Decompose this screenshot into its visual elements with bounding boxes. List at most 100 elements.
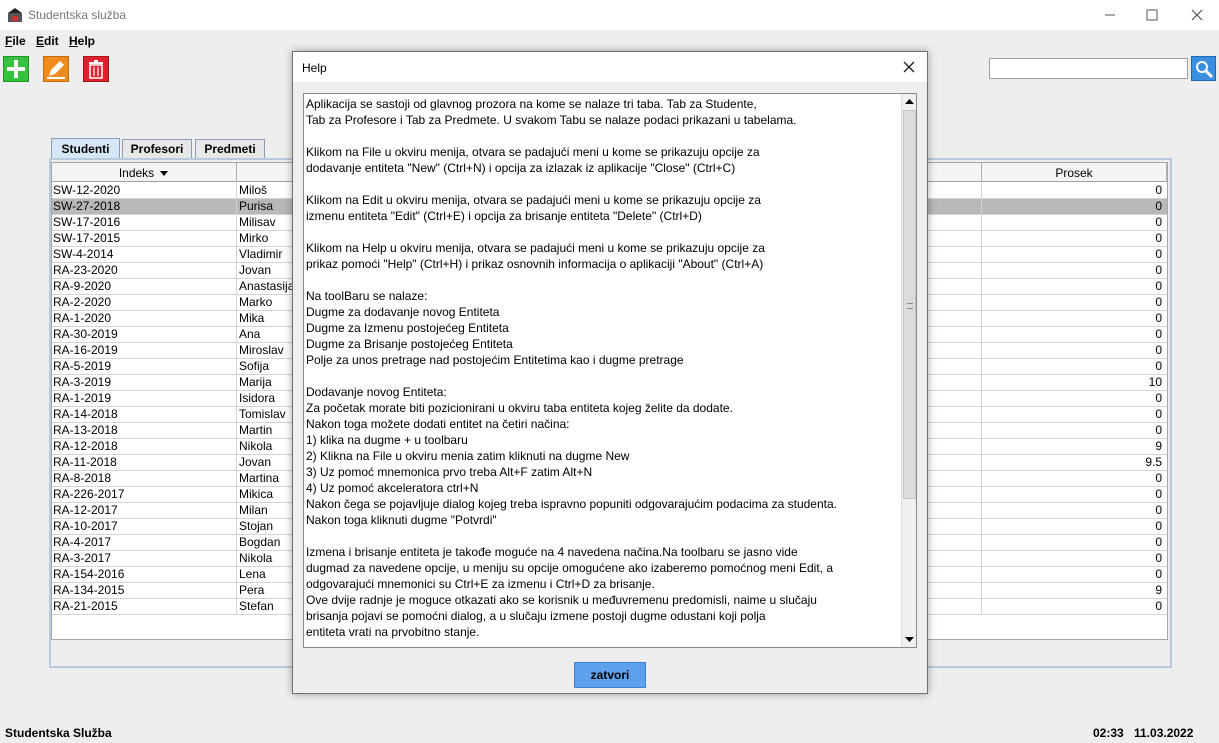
cell-prosek: 0 (981, 391, 1165, 406)
cell-prosek: 0 (981, 231, 1165, 246)
cell-indeks: RA-11-2018 (53, 455, 237, 470)
cell-prosek: 0 (981, 295, 1165, 310)
scroll-down-button[interactable] (902, 632, 916, 647)
search-input[interactable] (989, 58, 1188, 79)
cell-prosek: 0 (981, 503, 1165, 518)
dialog-titlebar: Help (293, 52, 927, 82)
cell-indeks: RA-12-2018 (53, 439, 237, 454)
dialog-close-button[interactable] (896, 57, 922, 77)
close-window-button[interactable] (1174, 0, 1219, 30)
cell-indeks: RA-4-2017 (53, 535, 237, 550)
menu-file[interactable]: File (5, 34, 26, 48)
menu-help[interactable]: Help (69, 34, 95, 48)
cell-indeks: RA-2-2020 (53, 295, 237, 310)
cell-indeks: SW-4-2014 (53, 247, 237, 262)
trash-icon (89, 60, 103, 79)
dialog-body: Aplikacija se sastoji od glavnog prozora… (293, 82, 927, 693)
menu-edit-label: dit (44, 34, 59, 48)
cell-prosek: 0 (981, 471, 1165, 486)
cell-indeks: RA-226-2017 (53, 487, 237, 502)
cell-prosek: 0 (981, 183, 1165, 198)
menu-bar: File Edit Help (0, 30, 1219, 52)
cell-prosek: 0 (981, 487, 1165, 502)
cell-prosek: 10 (981, 375, 1165, 390)
cell-prosek: 0 (981, 279, 1165, 294)
cell-prosek: 0 (981, 247, 1165, 262)
cell-indeks: RA-10-2017 (53, 519, 237, 534)
cell-prosek: 0 (981, 407, 1165, 422)
cell-indeks: RA-13-2018 (53, 423, 237, 438)
dialog-title: Help (302, 61, 327, 75)
magnifier-icon (1195, 60, 1213, 78)
close-icon (903, 61, 915, 73)
cell-indeks: RA-154-2016 (53, 567, 237, 582)
maximize-icon (1146, 9, 1158, 21)
pencil-icon (47, 61, 65, 79)
cell-prosek: 0 (981, 263, 1165, 278)
column-header-indeks-label: Indeks (118, 165, 155, 180)
help-dialog: Help Aplikacija se sastoji od glavnog pr… (292, 51, 928, 694)
cell-prosek: 0 (981, 327, 1165, 342)
cell-prosek: 0 (981, 215, 1165, 230)
cell-indeks: RA-5-2019 (53, 359, 237, 374)
cell-indeks: RA-12-2017 (53, 503, 237, 518)
cell-prosek: 0 (981, 551, 1165, 566)
cell-indeks: SW-12-2020 (53, 183, 237, 198)
vertical-scrollbar[interactable] (901, 94, 916, 647)
menu-edit[interactable]: Edit (36, 34, 59, 48)
window-title: Studentska služba (28, 8, 127, 22)
status-date: 11.03.2022 (1134, 726, 1194, 740)
cell-prosek: 0 (981, 423, 1165, 438)
cell-prosek: 0 (981, 519, 1165, 534)
window-titlebar: Studentska služba (0, 0, 1219, 30)
cell-indeks: RA-9-2020 (53, 279, 237, 294)
column-header-prosek-label: Prosek (1055, 165, 1093, 180)
delete-button[interactable] (83, 56, 109, 82)
search-button[interactable] (1191, 56, 1216, 81)
column-header-prosek[interactable]: Prosek (981, 163, 1167, 182)
cell-prosek: 9 (981, 439, 1165, 454)
cell-indeks: RA-16-2019 (53, 343, 237, 358)
zatvori-button[interactable]: zatvori (574, 662, 646, 688)
app-icon (7, 7, 23, 23)
cell-indeks: RA-3-2017 (53, 551, 237, 566)
scroll-up-button[interactable] (902, 94, 916, 109)
help-text-area[interactable]: Aplikacija se sastoji od glavnog prozora… (303, 93, 917, 648)
scrollbar-grip (907, 303, 913, 309)
maximize-button[interactable] (1129, 0, 1175, 30)
cell-prosek: 0 (981, 599, 1165, 614)
cell-prosek: 0 (981, 359, 1165, 374)
tab-profesori[interactable]: Profesori (122, 139, 192, 158)
scrollbar-thumb[interactable] (903, 110, 916, 499)
edit-button[interactable] (43, 56, 69, 82)
arrow-down-icon (905, 636, 914, 642)
minimize-icon (1105, 14, 1115, 16)
status-time: 02:33 (1093, 726, 1124, 740)
column-header-indeks[interactable]: Indeks (52, 163, 237, 182)
cell-indeks: RA-134-2015 (53, 583, 237, 598)
cell-prosek: 9 (981, 583, 1165, 598)
sort-descending-icon (160, 170, 169, 176)
menu-edit-mnemonic: E (36, 34, 45, 48)
cell-indeks: RA-1-2020 (53, 311, 237, 326)
tab-studenti[interactable]: Studenti (51, 138, 120, 159)
status-app-name: Studentska Služba (5, 726, 112, 740)
cell-indeks: RA-23-2020 (53, 263, 237, 278)
add-button[interactable] (3, 56, 29, 82)
cell-indeks: SW-27-2018 (53, 199, 237, 214)
cell-indeks: RA-1-2019 (53, 391, 237, 406)
minimize-button[interactable] (1087, 0, 1133, 30)
close-icon (1191, 9, 1203, 21)
menu-file-label: ile (12, 34, 26, 48)
cell-prosek: 0 (981, 311, 1165, 326)
cell-indeks: SW-17-2016 (53, 215, 237, 230)
cell-indeks: RA-21-2015 (53, 599, 237, 614)
cell-indeks: SW-17-2015 (53, 231, 237, 246)
menu-help-label: elp (77, 34, 96, 48)
tab-predmeti[interactable]: Predmeti (195, 139, 265, 158)
cell-prosek: 0 (981, 343, 1165, 358)
arrow-up-icon (905, 98, 914, 104)
help-text: Aplikacija se sastoji od glavnog prozora… (306, 97, 837, 639)
cell-prosek: 0 (981, 535, 1165, 550)
cell-prosek: 0 (981, 567, 1165, 582)
